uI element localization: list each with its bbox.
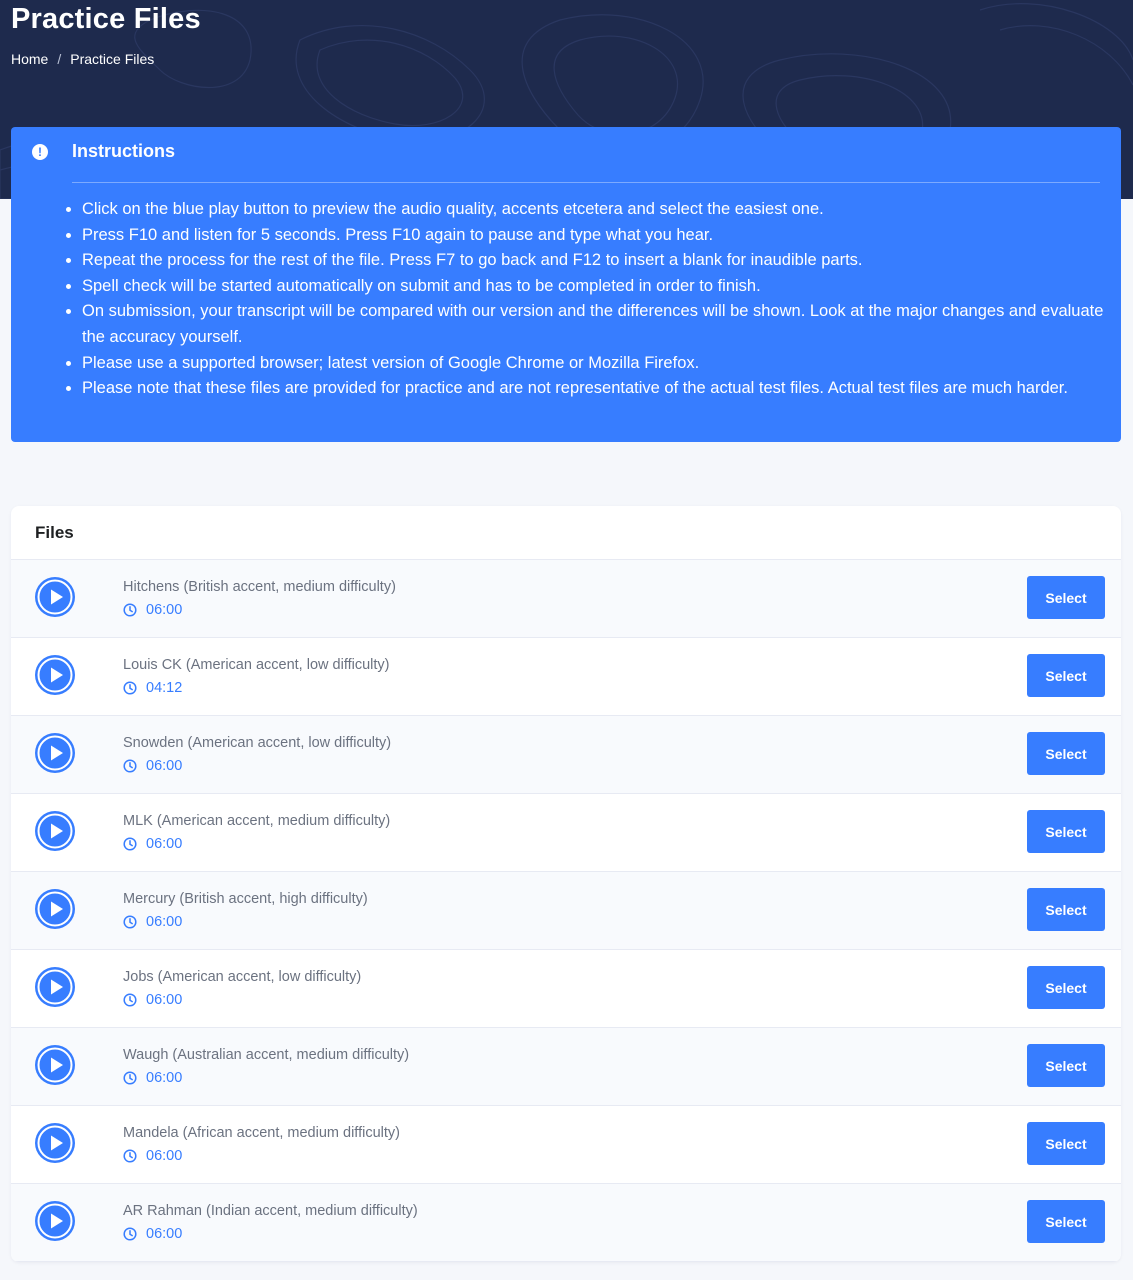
instructions-panel: ! Instructions Click on the blue play bu… [11,127,1121,442]
file-duration: 06:00 [123,992,182,1008]
play-button[interactable] [35,1123,75,1163]
instruction-item: Repeat the process for the rest of the f… [82,248,1122,274]
play-icon [37,579,73,615]
file-name: Jobs (American accent, low difficulty) [123,969,362,985]
select-button[interactable]: Select [1027,888,1105,931]
file-duration: 06:00 [123,1148,182,1164]
play-button[interactable] [35,1045,75,1085]
file-row: Hitchens (British accent, medium difficu… [11,560,1121,638]
file-row: Mercury (British accent, high difficulty… [11,872,1121,950]
breadcrumb-current: Practice Files [70,51,155,67]
file-row: Mandela (African accent, medium difficul… [11,1106,1121,1184]
exclamation-circle-icon: ! [32,144,48,160]
file-name: Louis CK (American accent, low difficult… [123,657,390,673]
file-row: Waugh (Australian accent, medium difficu… [11,1028,1121,1106]
play-button[interactable] [35,811,75,851]
instructions-title: Instructions [72,141,176,161]
instructions-list: Click on the blue play button to preview… [63,197,1122,402]
select-button[interactable]: Select [1027,810,1105,853]
file-duration-text: 04:12 [146,680,183,696]
play-button[interactable] [35,655,75,695]
file-duration-text: 06:00 [146,1070,183,1086]
files-card: Files Hitchens (British accent, medium d… [11,506,1121,1262]
clock-icon [123,759,137,773]
play-icon [37,1047,73,1083]
instruction-item: Spell check will be started automaticall… [82,274,1122,300]
files-heading: Files [11,506,1121,560]
file-duration-text: 06:00 [146,992,183,1008]
instruction-item: Press F10 and listen for 5 seconds. Pres… [82,223,1122,249]
file-duration: 06:00 [123,758,182,774]
file-list: Hitchens (British accent, medium difficu… [11,560,1121,1262]
instruction-item: Please use a supported browser; latest v… [82,351,1122,377]
file-row: Jobs (American accent, low difficulty) 0… [11,950,1121,1028]
select-button[interactable]: Select [1027,1200,1105,1243]
file-name: Snowden (American accent, low difficulty… [123,735,392,751]
file-duration: 06:00 [123,836,182,852]
file-duration: 04:12 [123,680,182,696]
select-button[interactable]: Select [1027,966,1105,1009]
file-name: Mercury (British accent, high difficulty… [123,891,368,907]
play-icon [37,891,73,927]
file-duration-text: 06:00 [146,836,183,852]
file-row: MLK (American accent, medium difficulty)… [11,794,1121,872]
clock-icon [123,603,137,617]
play-icon [37,1125,73,1161]
file-name: Waugh (Australian accent, medium difficu… [123,1047,410,1063]
file-duration-text: 06:00 [146,602,183,618]
play-button[interactable] [35,889,75,929]
play-icon [37,813,73,849]
select-button[interactable]: Select [1027,1122,1105,1165]
file-duration-text: 06:00 [146,758,183,774]
file-duration-text: 06:00 [146,1148,183,1164]
file-row: Snowden (American accent, low difficulty… [11,716,1121,794]
file-duration: 06:00 [123,914,182,930]
select-button[interactable]: Select [1027,732,1105,775]
play-button[interactable] [35,1201,75,1241]
clock-icon [123,915,137,929]
instruction-item: Click on the blue play button to preview… [82,197,1122,223]
select-button[interactable]: Select [1027,576,1105,619]
play-icon [37,657,73,693]
file-name: MLK (American accent, medium difficulty) [123,813,391,829]
clock-icon [123,1227,137,1241]
breadcrumb-separator: / [57,51,62,67]
file-duration: 06:00 [123,1226,182,1242]
select-button[interactable]: Select [1027,654,1105,697]
play-icon [37,735,73,771]
file-name: AR Rahman (Indian accent, medium difficu… [123,1203,418,1219]
file-name: Mandela (African accent, medium difficul… [123,1125,400,1141]
clock-icon [123,993,137,1007]
file-row: Louis CK (American accent, low difficult… [11,638,1121,716]
clock-icon [123,681,137,695]
file-duration: 06:00 [123,1070,182,1086]
play-button[interactable] [35,733,75,773]
page-title: Practice Files [11,3,201,35]
select-button[interactable]: Select [1027,1044,1105,1087]
clock-icon [123,1071,137,1085]
breadcrumb-home-link[interactable]: Home [11,51,48,67]
clock-icon [123,837,137,851]
play-icon [37,1203,73,1239]
instructions-divider [72,182,1100,183]
file-duration-text: 06:00 [146,1226,183,1242]
play-button[interactable] [35,967,75,1007]
breadcrumb: Home / Practice Files [11,51,154,67]
file-duration-text: 06:00 [146,914,183,930]
play-icon [37,969,73,1005]
instruction-item: Please note that these files are provide… [82,376,1122,402]
play-button[interactable] [35,577,75,617]
instruction-item: On submission, your transcript will be c… [82,299,1122,350]
file-name: Hitchens (British accent, medium difficu… [123,579,396,595]
clock-icon [123,1149,137,1163]
file-duration: 06:00 [123,602,182,618]
file-row: AR Rahman (Indian accent, medium difficu… [11,1184,1121,1262]
